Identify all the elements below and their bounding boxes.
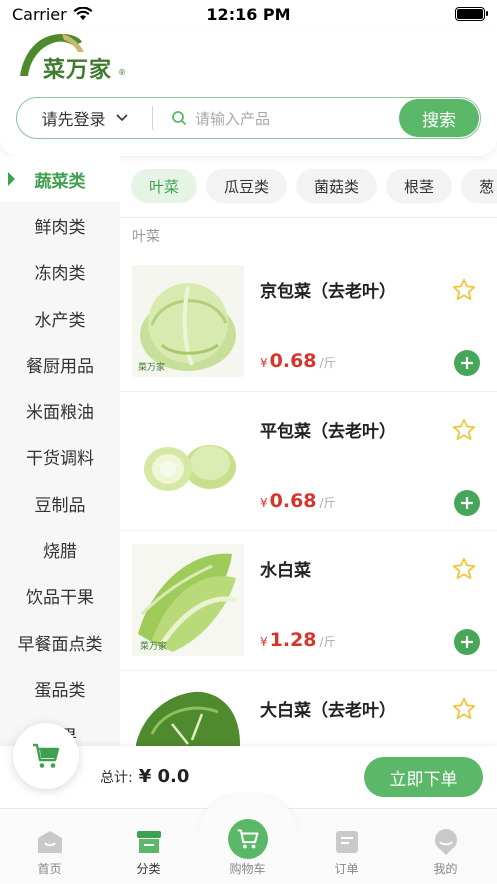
- tab-home[interactable]: 首页: [0, 809, 99, 884]
- cart-total: 总计: ¥ 0.0: [100, 766, 189, 787]
- add-to-cart-button[interactable]: [454, 350, 480, 376]
- cart-icon: [33, 743, 60, 768]
- chip-scallion[interactable]: 葱: [461, 169, 497, 203]
- product-name: 平包菜（去老叶）: [260, 421, 396, 442]
- sidebar-item-roast[interactable]: 烧腊: [0, 526, 120, 572]
- product-image: [132, 683, 244, 746]
- star-icon[interactable]: [451, 417, 477, 443]
- subcategory-chips: 叶菜 瓜豆类 菌菇类 根茎葱: [120, 156, 497, 218]
- plus-icon: [461, 496, 473, 509]
- category-sidebar: 蔬菜类 鲜肉类 冻肉类 水产类 餐厨用品 米面粮油 干货调料 豆制品 烧腊 饮品…: [0, 156, 120, 746]
- clock: 12:16 PM: [206, 4, 291, 24]
- status-bar: Carrier 12:16 PM: [0, 0, 497, 28]
- search-icon: [172, 111, 187, 126]
- floating-cart-button[interactable]: [13, 723, 79, 789]
- chip-melon-bean[interactable]: 瓜豆类: [206, 169, 288, 203]
- sidebar-item-kitchenware[interactable]: 餐厨用品: [0, 341, 120, 387]
- price-value: 0.68: [269, 350, 317, 372]
- add-to-cart-button[interactable]: [454, 489, 480, 516]
- logo-registered: ®: [118, 68, 126, 77]
- tab-cart-icon-button[interactable]: [228, 819, 268, 859]
- product-price: ¥ 0.68 /斤: [260, 350, 336, 372]
- sidebar-item-fresh-meat[interactable]: 鲜肉类: [0, 202, 120, 248]
- brand-logo: 菜万家 ®: [18, 30, 138, 83]
- product-image: 菜万家: [132, 544, 244, 656]
- login-dropdown[interactable]: 请先登录: [17, 106, 152, 130]
- product-list: 菜万家 京包菜（去老叶） ¥ 0.68 /斤 平包菜（去老叶） ¥ 0.68 /…: [120, 252, 497, 746]
- order-icon: [335, 831, 358, 853]
- sidebar-item-drinks-nuts[interactable]: 饮品干果: [0, 573, 120, 619]
- add-to-cart-button[interactable]: [454, 629, 480, 655]
- sidebar-item-eggs[interactable]: 蛋品类: [0, 665, 120, 711]
- chevron-down-icon: [115, 114, 128, 122]
- tab-profile[interactable]: 我的: [396, 809, 495, 884]
- tab-label: 分类: [136, 862, 161, 876]
- price-unit: /斤: [319, 356, 336, 370]
- watermark: 菜万家: [138, 363, 166, 373]
- profile-icon: [434, 829, 457, 855]
- price-currency: ¥: [260, 495, 268, 510]
- section-title: 叶菜: [132, 229, 160, 245]
- price-currency: ¥: [260, 356, 268, 370]
- product-name: 水白菜: [260, 561, 311, 581]
- sidebar-item-dry-goods[interactable]: 干货调料: [0, 434, 120, 480]
- product-price: ¥ 0.68 /斤: [260, 490, 336, 512]
- star-icon[interactable]: [451, 556, 477, 582]
- product-name: 京包菜（去老叶）: [260, 282, 396, 302]
- logo-text: 菜万家: [43, 58, 113, 83]
- plus-icon: [461, 636, 473, 648]
- sidebar-item-breakfast[interactable]: 早餐面点类: [0, 619, 120, 665]
- sidebar-item-vegetables[interactable]: 蔬菜类: [0, 156, 120, 203]
- tab-label: 首页: [37, 862, 62, 876]
- tab-orders[interactable]: 订单: [297, 809, 396, 884]
- category-icon: [136, 831, 161, 853]
- sidebar-item-frozen-meat[interactable]: 冻肉类: [0, 249, 120, 295]
- list-item[interactable]: 菜万家 水白菜 ¥ 1.28 /斤: [120, 531, 497, 671]
- total-amount: ¥ 0.0: [138, 766, 190, 787]
- chip-root[interactable]: 根茎: [386, 169, 453, 203]
- star-icon[interactable]: [451, 696, 477, 722]
- tab-label: 购物车: [229, 862, 266, 876]
- search-placeholder: 请输入产品: [195, 109, 271, 128]
- price-unit: /斤: [319, 635, 336, 649]
- product-price: ¥ 1.28 /斤: [260, 629, 336, 651]
- price-value: 1.28: [269, 629, 317, 651]
- header: 菜万家 ® 请先登录 请输入产品 搜索: [0, 28, 497, 156]
- cart-icon: [237, 829, 259, 849]
- chip-mushroom[interactable]: 菌菇类: [296, 169, 378, 203]
- sidebar-item-seafood[interactable]: 水产类: [0, 295, 120, 341]
- battery-icon: [455, 7, 488, 21]
- price-value: 0.68: [269, 489, 317, 512]
- tab-label: 我的: [433, 862, 458, 876]
- tab-category[interactable]: 分类: [99, 809, 198, 884]
- cabbage-image: [132, 404, 244, 517]
- product-image: [132, 404, 244, 517]
- plus-icon: [461, 357, 473, 369]
- login-label: 请先登录: [41, 110, 106, 129]
- chip-leafy[interactable]: 叶菜: [131, 169, 198, 203]
- sidebar-item-tofu[interactable]: 豆制品: [0, 480, 120, 526]
- place-order-button[interactable]: 立即下单: [364, 757, 483, 797]
- list-item[interactable]: 大白菜（去老叶）: [120, 671, 497, 746]
- search-input[interactable]: 请输入产品: [153, 108, 399, 129]
- product-name: 大白菜（去老叶）: [260, 700, 396, 721]
- product-image: 菜万家: [132, 265, 244, 377]
- search-bar: 请先登录 请输入产品 搜索: [16, 97, 481, 139]
- chinese-cabbage-image: [132, 683, 244, 746]
- watermark: 菜万家: [140, 642, 168, 652]
- price-unit: /斤: [319, 495, 336, 510]
- tab-label: 订单: [334, 862, 359, 876]
- list-item[interactable]: 菜万家 京包菜（去老叶） ¥ 0.68 /斤: [120, 252, 497, 392]
- sidebar-item-grain-oil[interactable]: 米面粮油: [0, 387, 120, 433]
- search-button[interactable]: 搜索: [399, 99, 479, 137]
- price-currency: ¥: [260, 635, 268, 649]
- star-icon[interactable]: [451, 277, 477, 303]
- total-label: 总计:: [100, 770, 133, 786]
- list-item[interactable]: 平包菜（去老叶） ¥ 0.68 /斤: [120, 392, 497, 531]
- home-icon: [37, 831, 62, 853]
